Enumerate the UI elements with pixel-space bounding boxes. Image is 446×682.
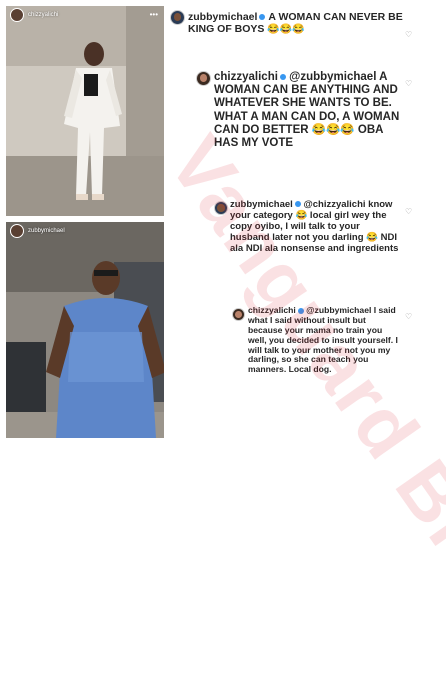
comment-username[interactable]: zubbymichael: [188, 11, 257, 23]
comment-emoji: 😂😂😂: [267, 24, 305, 36]
comment-text: @zubbymichael I said what I said without…: [248, 305, 398, 375]
post-photo-bottom: zubbymichael: [6, 222, 164, 438]
verified-badge-icon: [259, 14, 266, 21]
avatar[interactable]: [214, 201, 228, 215]
post-photo-top: chizzyalichi •••: [6, 6, 164, 216]
heart-icon[interactable]: ♡: [405, 207, 412, 216]
verified-badge-icon: [297, 307, 304, 314]
avatar[interactable]: [196, 71, 211, 86]
heart-icon[interactable]: ♡: [405, 79, 412, 88]
post-username[interactable]: zubbymichael: [28, 228, 65, 234]
heart-icon[interactable]: ♡: [405, 30, 412, 39]
avatar[interactable]: [10, 224, 24, 238]
heart-icon[interactable]: ♡: [405, 312, 412, 321]
comment-1: zubbymichael A WOMAN CAN NEVER BE KING O…: [188, 11, 403, 36]
avatar[interactable]: [232, 308, 245, 321]
avatar[interactable]: [10, 8, 24, 22]
comment-3: zubbymichael @chizzyalichi know your cat…: [230, 199, 400, 255]
post-header-top[interactable]: chizzyalichi: [6, 6, 164, 24]
comment-username[interactable]: zubbymichael: [230, 199, 293, 210]
post-header-bottom[interactable]: zubbymichael: [6, 222, 164, 240]
verified-badge-icon: [294, 201, 301, 208]
verified-badge-icon: [279, 73, 286, 80]
comment-username[interactable]: chizzyalichi: [248, 305, 296, 315]
avatar[interactable]: [170, 10, 185, 25]
post-username[interactable]: chizzyalichi: [28, 12, 58, 18]
comment-4: chizzyalichi @zubbymichael I said what I…: [248, 305, 398, 375]
woman-white-suit-image: [6, 6, 164, 216]
man-blue-shirt-image: [6, 222, 164, 438]
comment-username[interactable]: chizzyalichi: [214, 71, 278, 83]
comment-2: chizzyalichi @zubbymichael A WOMAN CAN B…: [214, 71, 402, 150]
